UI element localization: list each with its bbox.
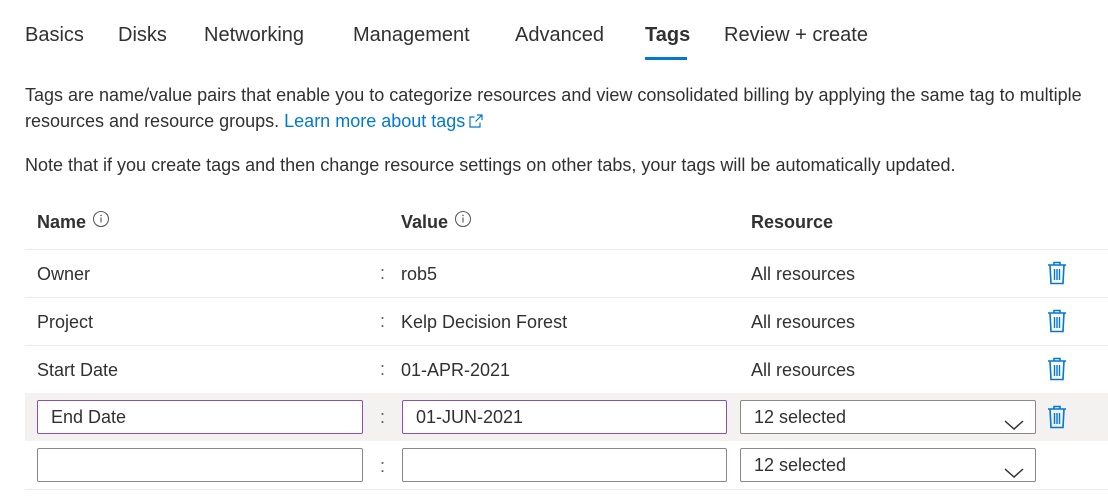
trash-icon[interactable] [1046, 405, 1068, 434]
trash-icon[interactable] [1046, 261, 1068, 290]
separator: : [380, 456, 386, 476]
tag-resource: All resources [751, 264, 856, 284]
tab-tags[interactable]: Tags [645, 22, 690, 48]
tag-value: Kelp Decision Forest [401, 312, 568, 332]
column-header-value-label: Value [401, 212, 449, 232]
column-header-resource: Resource [751, 212, 834, 232]
active-tab-indicator [645, 57, 687, 60]
tags-note: Note that if you create tags and then ch… [25, 155, 956, 175]
tab-review-create[interactable]: Review + create [724, 22, 868, 48]
tag-value: 01-APR-2021 [401, 360, 511, 380]
separator: : [380, 407, 386, 427]
tab-management[interactable]: Management [353, 22, 470, 48]
trash-icon[interactable] [1046, 357, 1068, 386]
info-icon[interactable] [92, 210, 110, 234]
tag-resource: All resources [751, 360, 856, 380]
divider [25, 345, 1108, 346]
separator: : [380, 359, 386, 379]
tab-networking[interactable]: Networking [204, 22, 304, 48]
chevron-down-icon [1003, 458, 1025, 490]
external-link-icon [469, 109, 483, 135]
divider [25, 249, 1108, 250]
tag-resource: All resources [751, 312, 856, 332]
resource-dropdown-value: 12 selected [754, 407, 847, 427]
info-icon[interactable] [454, 210, 472, 234]
new-tag-value-input[interactable] [402, 448, 727, 482]
tags-description: Tags are name/value pairs that enable yo… [25, 82, 1100, 135]
separator: : [380, 311, 386, 331]
tab-basics[interactable]: Basics [25, 22, 84, 48]
new-tag-name-input[interactable] [37, 448, 363, 482]
separator: : [380, 263, 386, 283]
learn-more-link-label: Learn more about tags [284, 111, 466, 131]
learn-more-link[interactable]: Learn more about tags [284, 111, 483, 131]
column-header-value: Value [401, 210, 472, 234]
description-text: Tags are name/value pairs that enable yo… [25, 85, 1082, 131]
divider [25, 489, 1108, 490]
tag-value: rob5 [401, 264, 438, 284]
tab-bar: Basics Disks Networking Management Advan… [0, 0, 1108, 62]
trash-icon[interactable] [1046, 309, 1068, 338]
new-resource-dropdown[interactable]: 12 selected [740, 448, 1036, 482]
new-resource-dropdown-value: 12 selected [754, 455, 847, 475]
tag-name: Project [37, 312, 94, 332]
column-header-name: Name [37, 210, 110, 234]
tag-value-input[interactable]: 01-JUN-2021 [402, 400, 727, 434]
resource-dropdown[interactable]: 12 selected [740, 400, 1036, 434]
tag-name-input[interactable]: End Date [37, 400, 363, 434]
column-header-name-label: Name [37, 212, 87, 232]
chevron-down-icon [1003, 410, 1025, 442]
tag-name: Start Date [37, 360, 119, 380]
tag-name: Owner [37, 264, 91, 284]
tab-disks[interactable]: Disks [118, 22, 167, 48]
tab-advanced[interactable]: Advanced [515, 22, 604, 48]
divider [25, 297, 1108, 298]
